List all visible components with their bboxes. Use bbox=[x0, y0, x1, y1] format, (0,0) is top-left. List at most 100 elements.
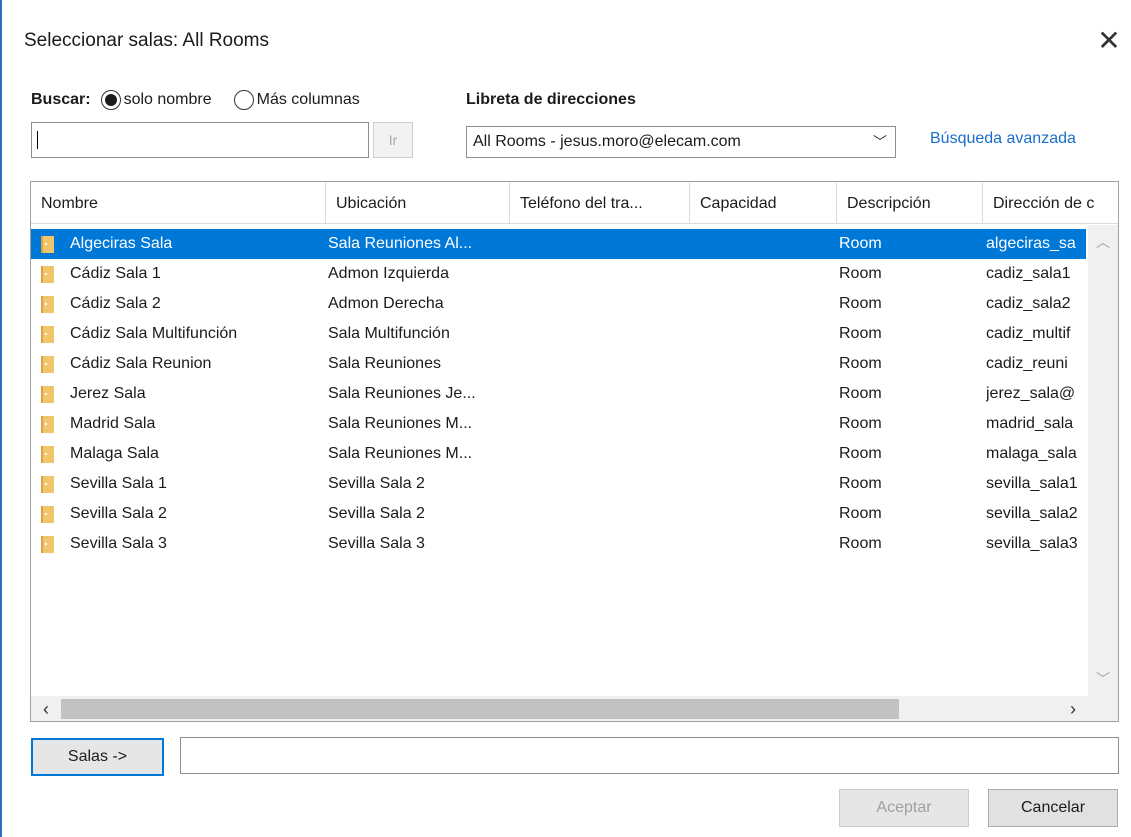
room-icon bbox=[41, 446, 54, 463]
table-row[interactable]: Cádiz Sala Multifunción Sala Multifunción… bbox=[31, 319, 1086, 349]
column-header-name[interactable]: Nombre bbox=[31, 182, 326, 224]
cell-description: Room bbox=[839, 505, 882, 522]
cell-capacity bbox=[700, 319, 830, 349]
cell-name: Sevilla Sala 1 bbox=[70, 475, 167, 492]
radio-checked-icon bbox=[100, 90, 121, 110]
cell-location: Sala Multifunción bbox=[328, 325, 450, 342]
search-input[interactable] bbox=[31, 122, 369, 158]
cell-capacity bbox=[700, 259, 830, 289]
cell-location: Admon Derecha bbox=[328, 295, 444, 312]
cell-name: Madrid Sala bbox=[70, 415, 156, 432]
radio-name-only-label: solo nombre bbox=[123, 91, 212, 108]
text-caret bbox=[37, 131, 38, 149]
cell-name: Sevilla Sala 2 bbox=[70, 505, 167, 522]
table-row[interactable]: Cádiz Sala 2 Admon Derecha Room cadiz_sala2 bbox=[31, 289, 1086, 319]
scroll-right-icon[interactable]: › bbox=[1058, 696, 1088, 721]
cell-capacity bbox=[700, 469, 830, 499]
cell-name: Cádiz Sala 2 bbox=[70, 295, 161, 312]
cell-name: Jerez Sala bbox=[70, 385, 146, 402]
cell-phone bbox=[520, 289, 685, 319]
cell-address: cadiz_sala1 bbox=[986, 265, 1071, 282]
vertical-scrollbar[interactable]: ︿ ﹀ bbox=[1088, 225, 1118, 696]
salas-field[interactable] bbox=[180, 737, 1119, 774]
room-icon bbox=[41, 266, 54, 283]
advanced-search-link[interactable]: Búsqueda avanzada bbox=[930, 130, 1076, 148]
address-book-select[interactable]: All Rooms - jesus.moro@elecam.com ﹀ bbox=[466, 126, 896, 158]
scroll-left-icon[interactable]: ‹ bbox=[31, 696, 61, 721]
go-button[interactable]: Ir bbox=[373, 122, 413, 158]
cell-name: Cádiz Sala Multifunción bbox=[70, 325, 238, 342]
cell-phone bbox=[520, 259, 685, 289]
table-body: Algeciras Sala Sala Reuniones Al... Room al… bbox=[31, 229, 1086, 559]
radio-more-columns[interactable]: Más columnas bbox=[233, 90, 360, 110]
scroll-down-icon[interactable]: ﹀ bbox=[1088, 664, 1118, 694]
dialog-title: Seleccionar salas: All Rooms bbox=[24, 30, 269, 51]
cell-name: Cádiz Sala Reunion bbox=[70, 355, 212, 372]
room-icon bbox=[41, 236, 54, 253]
room-icon bbox=[41, 356, 54, 373]
cell-description: Room bbox=[839, 235, 882, 252]
room-icon bbox=[41, 296, 54, 313]
cell-address: sevilla_sala2 bbox=[986, 505, 1078, 522]
table-row[interactable]: Malaga Sala Sala Reuniones M... Room malaga… bbox=[31, 439, 1086, 469]
cell-location: Sala Reuniones Je... bbox=[328, 385, 476, 402]
cell-address: sevilla_sala1 bbox=[986, 475, 1078, 492]
address-book-value: All Rooms - jesus.moro@elecam.com bbox=[473, 133, 741, 150]
room-icon bbox=[41, 536, 54, 553]
cell-capacity bbox=[700, 229, 830, 259]
table-row[interactable]: Cádiz Sala 1 Admon Izquierda Room cadiz_sal… bbox=[31, 259, 1086, 289]
cell-phone bbox=[520, 379, 685, 409]
column-header-phone[interactable]: Teléfono del tra... bbox=[510, 182, 690, 224]
column-header-address[interactable]: Dirección de c bbox=[983, 182, 1118, 224]
room-icon bbox=[41, 476, 54, 493]
ok-button[interactable]: Aceptar bbox=[839, 789, 969, 827]
cell-name: Algeciras Sala bbox=[70, 235, 173, 252]
table-row[interactable]: Jerez Sala Sala Reuniones Je... Room jerez_… bbox=[31, 379, 1086, 409]
cell-location: Sala Reuniones M... bbox=[328, 415, 473, 432]
column-header-description[interactable]: Descripción bbox=[837, 182, 983, 224]
cell-description: Room bbox=[839, 475, 882, 492]
rooms-list: Nombre Ubicación Teléfono del tra... Cap… bbox=[30, 181, 1119, 722]
cell-capacity bbox=[700, 499, 830, 529]
cell-location: Sevilla Sala 2 bbox=[328, 475, 425, 492]
cell-location: Sala Reuniones bbox=[328, 355, 441, 372]
cell-capacity bbox=[700, 379, 830, 409]
cell-phone bbox=[520, 349, 685, 379]
table-header: Nombre Ubicación Teléfono del tra... Cap… bbox=[31, 182, 1118, 224]
table-row[interactable]: Cádiz Sala Reunion Sala Reuniones Room cadi… bbox=[31, 349, 1086, 379]
radio-name-only[interactable]: solo nombre bbox=[100, 90, 212, 110]
scroll-thumb[interactable] bbox=[61, 699, 899, 719]
cell-capacity bbox=[700, 349, 830, 379]
cell-capacity bbox=[700, 409, 830, 439]
cell-address: jerez_sala@ bbox=[986, 385, 1076, 402]
cell-description: Room bbox=[839, 535, 882, 552]
column-header-capacity[interactable]: Capacidad bbox=[690, 182, 837, 224]
cell-capacity bbox=[700, 439, 830, 469]
cell-location: Sevilla Sala 3 bbox=[328, 535, 425, 552]
table-row[interactable]: Algeciras Sala Sala Reuniones Al... Room al… bbox=[31, 229, 1086, 259]
table-row[interactable]: Sevilla Sala 3 Sevilla Sala 3 Room sevilla_… bbox=[31, 529, 1086, 559]
horizontal-scrollbar[interactable]: ‹ › bbox=[31, 696, 1118, 721]
cancel-button[interactable]: Cancelar bbox=[988, 789, 1118, 827]
cell-phone bbox=[520, 409, 685, 439]
cell-address: malaga_sala bbox=[986, 445, 1077, 462]
search-label: Buscar: bbox=[31, 91, 91, 108]
cell-location: Sala Reuniones M... bbox=[328, 445, 473, 462]
cell-phone bbox=[520, 319, 685, 349]
column-header-location[interactable]: Ubicación bbox=[326, 182, 510, 224]
cell-name: Cádiz Sala 1 bbox=[70, 265, 161, 282]
cell-capacity bbox=[700, 529, 830, 559]
chevron-down-icon: ﹀ bbox=[873, 134, 887, 150]
close-icon[interactable]: ✕ bbox=[1094, 24, 1124, 58]
scroll-up-icon[interactable]: ︿ bbox=[1088, 227, 1118, 257]
cell-phone bbox=[520, 439, 685, 469]
table-row[interactable]: Madrid Sala Sala Reuniones M... Room madrid… bbox=[31, 409, 1086, 439]
cell-description: Room bbox=[839, 355, 882, 372]
table-row[interactable]: Sevilla Sala 1 Sevilla Sala 2 Room sevilla_… bbox=[31, 469, 1086, 499]
table-row[interactable]: Sevilla Sala 2 Sevilla Sala 2 Room sevilla_… bbox=[31, 499, 1086, 529]
room-icon bbox=[41, 326, 54, 343]
salas-button[interactable]: Salas -> bbox=[31, 738, 164, 776]
cell-description: Room bbox=[839, 265, 882, 282]
room-icon bbox=[41, 506, 54, 523]
cell-location: Sala Reuniones Al... bbox=[328, 235, 473, 252]
